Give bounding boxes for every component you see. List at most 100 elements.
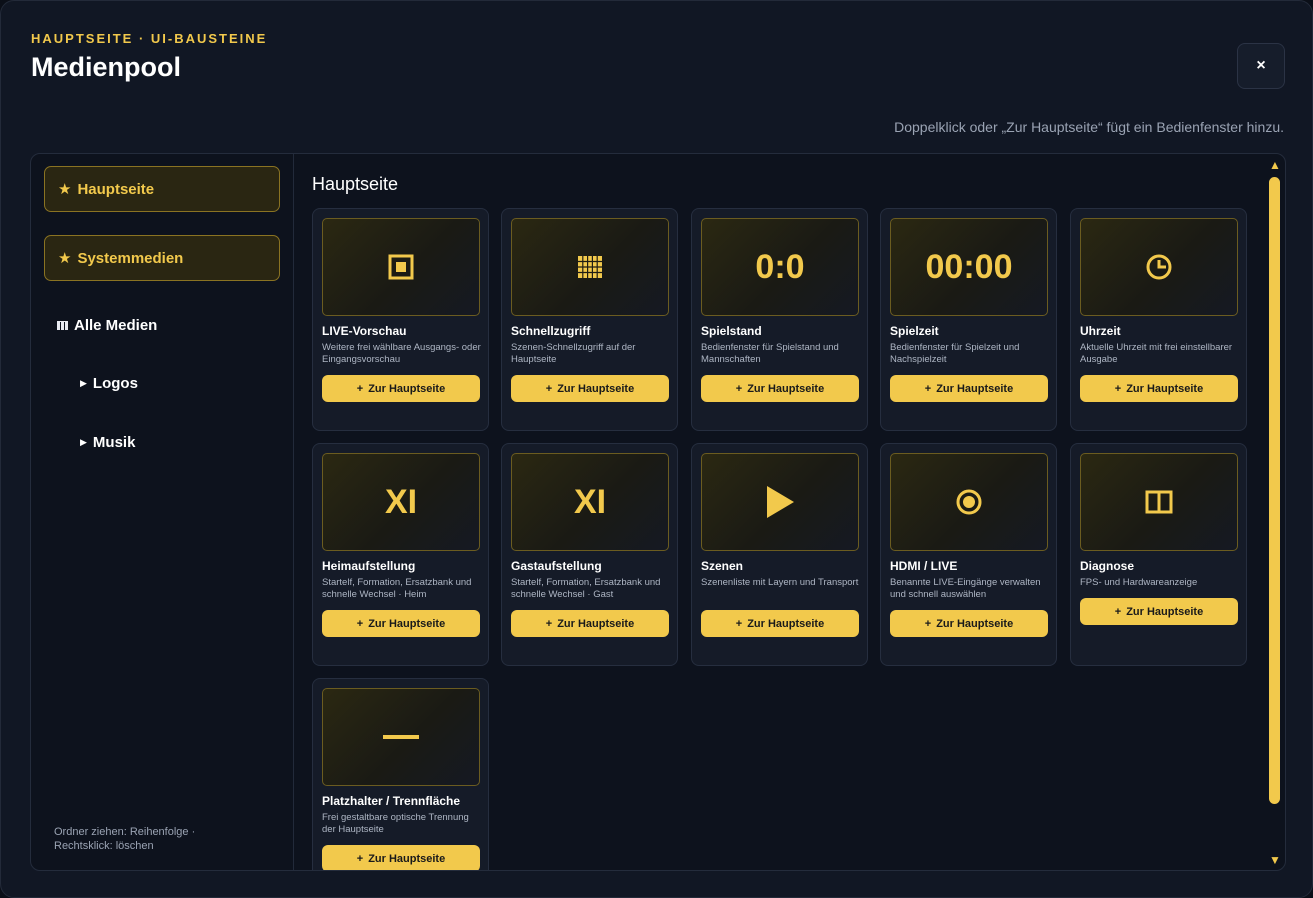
card-description: Benannte LIVE-Eingänge verwalten und sch… — [890, 577, 1041, 600]
columns-icon — [1145, 490, 1173, 514]
card-description: Frei gestaltbare optische Trennung der H… — [322, 812, 469, 835]
button-label: Zur Hauptseite — [557, 617, 635, 630]
add-to-main-button[interactable]: + Zur Hauptseite — [511, 375, 669, 402]
tree-item-alle-medien[interactable]: Alle Medien — [57, 317, 157, 334]
media-card-live-vorschau[interactable]: LIVE-Vorschau Weitere frei wählbare Ausg… — [312, 208, 489, 431]
card-thumbnail — [322, 688, 480, 786]
card-thumbnail — [1080, 453, 1238, 551]
plus-icon: + — [735, 382, 743, 395]
add-to-main-button[interactable]: + Zur Hauptseite — [701, 610, 859, 637]
media-card-hdmi-live[interactable]: HDMI / LIVE Benannte LIVE-Eingänge verwa… — [880, 443, 1057, 666]
card-thumbnail — [511, 218, 669, 316]
card-thumbnail: 0:0 — [701, 218, 859, 316]
media-card-gastaufstellung[interactable]: XI Gastaufstellung Startelf, Formation, … — [501, 443, 678, 666]
lineup-display: XI — [573, 482, 607, 521]
plus-icon: + — [924, 382, 932, 395]
grid-icon — [578, 256, 602, 278]
add-to-main-button[interactable]: + Zur Hauptseite — [890, 375, 1048, 402]
card-thumbnail: XI — [322, 453, 480, 551]
usage-hint: Doppelklick oder „Zur Hauptseite“ fügt e… — [894, 119, 1284, 135]
clock-icon — [1146, 254, 1172, 280]
card-description: Startelf, Formation, Ersatzbank und schn… — [511, 577, 661, 600]
card-description: FPS- und Hardwareanzeige — [1080, 577, 1198, 588]
button-label: Zur Hauptseite — [557, 382, 635, 395]
media-card-spielstand[interactable]: 0:0 Spielstand Bedienfenster für Spielst… — [691, 208, 868, 431]
card-thumbnail: 00:00 — [890, 218, 1048, 316]
card-title: HDMI / LIVE — [890, 559, 958, 573]
button-label: Zur Hauptseite — [747, 617, 825, 630]
page-title: Medienpool — [31, 52, 181, 82]
media-card-schnellzugriff[interactable]: Schnellzugriff Szenen-Schnellzugriff auf… — [501, 208, 678, 431]
tree-item-label: Logos — [92, 375, 138, 392]
add-to-main-button[interactable]: + Zur Hauptseite — [322, 375, 480, 402]
lineup-display: XI — [384, 482, 418, 521]
sidebar-item-label: Hauptseite — [77, 180, 155, 198]
card-title: Spielzeit — [890, 324, 939, 338]
card-title: Heimaufstellung — [322, 559, 416, 573]
star-icon: ★ — [58, 250, 72, 267]
sidebar-help-text: Ordner ziehen: Reihenfolge · Rechtsklick… — [54, 826, 196, 852]
card-thumbnail — [890, 453, 1048, 551]
media-card-uhrzeit[interactable]: Uhrzeit Aktuelle Uhrzeit mit frei einste… — [1070, 208, 1247, 431]
plus-icon: + — [1114, 382, 1122, 395]
scroll-up-arrow-icon[interactable]: ▲ — [1269, 159, 1281, 171]
media-card-szenen[interactable]: Szenen Szenenliste mit Layern und Transp… — [691, 443, 868, 666]
breadcrumb: HAUPTSEITE · UI-BAUSTEINE — [31, 31, 268, 46]
card-thumbnail — [1080, 218, 1238, 316]
timer-display: 00:00 — [925, 247, 1013, 286]
sidebar-item-systemmedien[interactable]: ★ Systemmedien — [44, 235, 280, 281]
plus-icon: + — [924, 617, 932, 630]
record-icon — [956, 489, 982, 515]
play-icon — [767, 486, 794, 518]
expand-triangle-icon: ▶ — [80, 437, 87, 447]
card-description: Aktuelle Uhrzeit mit frei einstellbarer … — [1080, 342, 1233, 365]
add-to-main-button[interactable]: + Zur Hauptseite — [1080, 375, 1238, 402]
tree-item-label: Alle Medien — [74, 317, 158, 334]
plus-icon: + — [1114, 605, 1122, 618]
button-label: Zur Hauptseite — [747, 382, 825, 395]
sidebar-item-hauptseite[interactable]: ★ Hauptseite — [44, 166, 280, 212]
card-thumbnail: XI — [511, 453, 669, 551]
add-to-main-button[interactable]: + Zur Hauptseite — [322, 610, 480, 637]
plus-icon: + — [356, 617, 364, 630]
card-title: Schnellzugriff — [511, 324, 591, 338]
score-display: 0:0 — [755, 247, 805, 286]
scroll-down-arrow-icon[interactable]: ▼ — [1269, 854, 1281, 866]
plus-icon: + — [356, 852, 364, 865]
media-card-platzhalter[interactable]: Platzhalter / Trennfläche Frei gestaltba… — [312, 678, 489, 870]
media-card-spielzeit[interactable]: 00:00 Spielzeit Bedienfenster für Spielz… — [880, 208, 1057, 431]
add-to-main-button[interactable]: + Zur Hauptseite — [511, 610, 669, 637]
card-description: Startelf, Formation, Ersatzbank und schn… — [322, 577, 472, 600]
card-title: LIVE-Vorschau — [322, 324, 407, 338]
button-label: Zur Hauptseite — [936, 382, 1014, 395]
folder-grid-icon — [57, 321, 68, 330]
card-title: Gastaufstellung — [511, 559, 602, 573]
button-label: Zur Hauptseite — [368, 617, 446, 630]
add-to-main-button[interactable]: + Zur Hauptseite — [890, 610, 1048, 637]
card-description: Weitere frei wählbare Ausgangs- oder Ein… — [322, 342, 481, 365]
card-description: Bedienfenster für Spielzeit und Nachspie… — [890, 342, 1020, 365]
card-description: Bedienfenster für Spielstand und Mannsch… — [701, 342, 839, 365]
card-title: Szenen — [701, 559, 744, 573]
dialog-header: HAUPTSEITE · UI-BAUSTEINE Medienpool — [31, 31, 267, 83]
card-title: Diagnose — [1080, 559, 1135, 573]
tree-item-logos[interactable]: ▶ Logos — [80, 375, 138, 392]
plus-icon: + — [545, 617, 553, 630]
sidebar: ★ Hauptseite ★ Systemmedien Alle Medien … — [31, 154, 294, 870]
sidebar-item-label: Systemmedien — [77, 249, 184, 267]
close-icon: × — [1256, 57, 1266, 74]
button-label: Zur Hauptseite — [368, 382, 446, 395]
tree-item-label: Musik — [92, 434, 136, 451]
button-label: Zur Hauptseite — [1126, 382, 1204, 395]
add-to-main-button[interactable]: + Zur Hauptseite — [322, 845, 480, 870]
plus-icon: + — [545, 382, 553, 395]
close-button[interactable]: × — [1237, 43, 1285, 89]
add-to-main-button[interactable]: + Zur Hauptseite — [701, 375, 859, 402]
media-card-diagnose[interactable]: Diagnose FPS- und Hardwareanzeige + Zur … — [1070, 443, 1247, 666]
media-grid-area: Hauptseite LIVE-Vorschau Weitere frei wä… — [295, 154, 1265, 870]
add-to-main-button[interactable]: + Zur Hauptseite — [1080, 598, 1238, 625]
media-card-heimaufstellung[interactable]: XI Heimaufstellung Startelf, Formation, … — [312, 443, 489, 666]
tree-item-musik[interactable]: ▶ Musik — [80, 434, 135, 451]
media-panel: ★ Hauptseite ★ Systemmedien Alle Medien … — [30, 153, 1286, 871]
scrollbar-thumb[interactable] — [1269, 177, 1280, 804]
